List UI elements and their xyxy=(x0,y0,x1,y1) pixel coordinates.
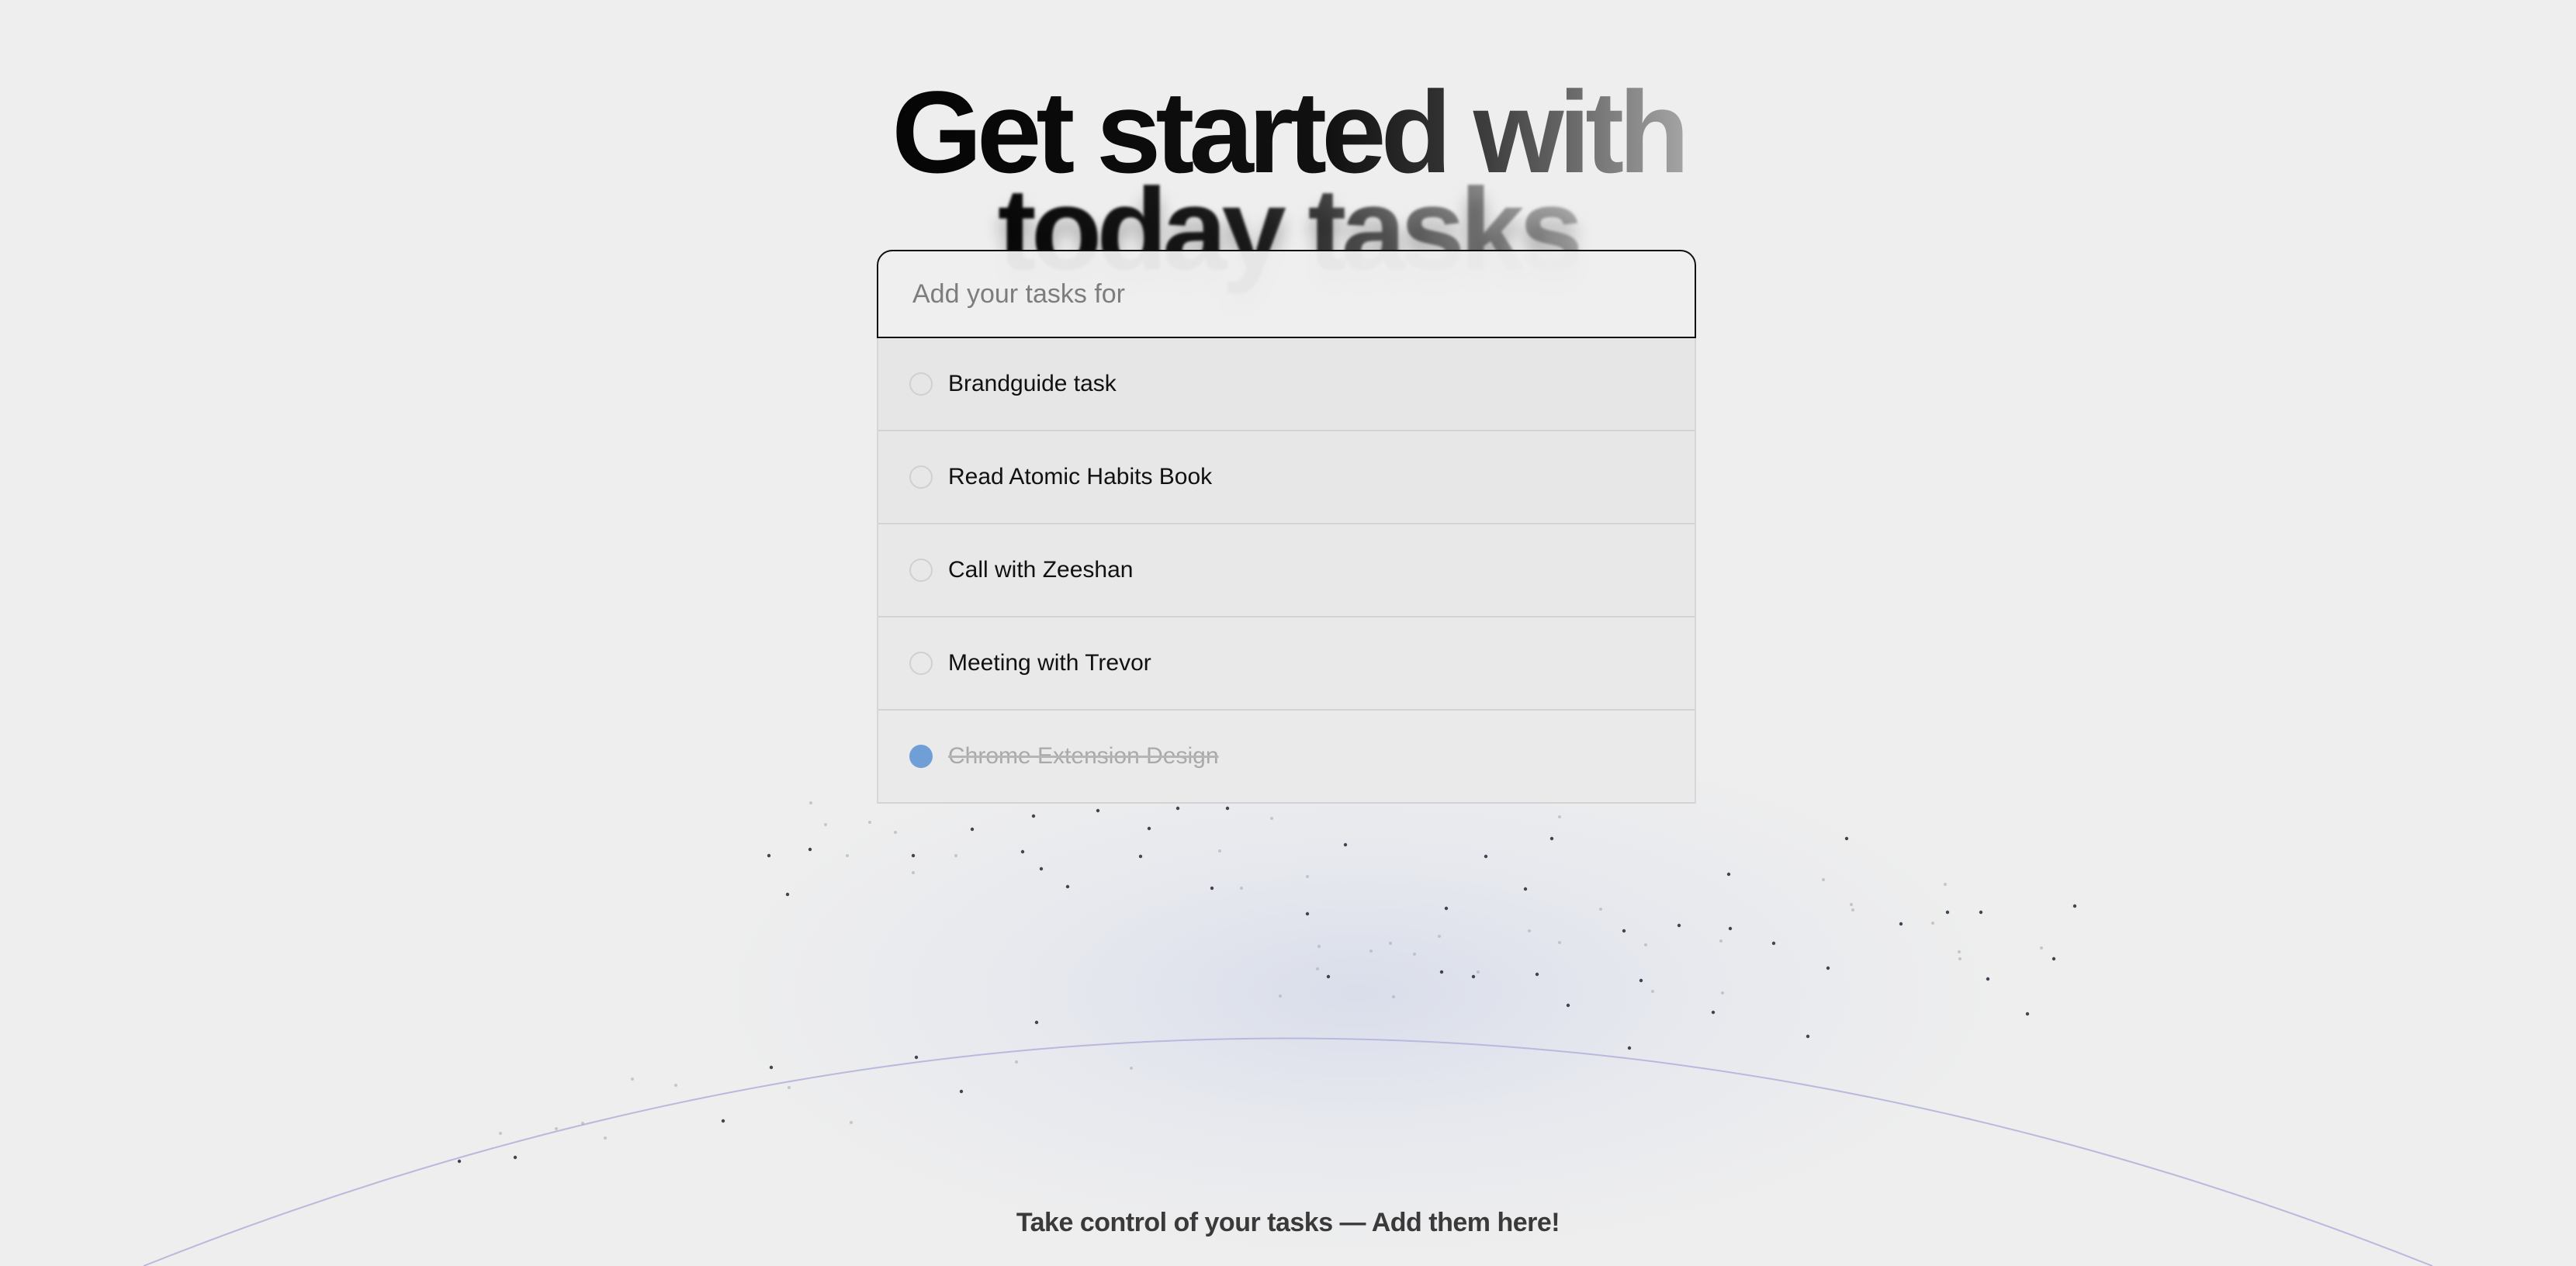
page: Get started with today tasks Brandguide … xyxy=(0,0,2576,1266)
task-label: Meeting with Trevor xyxy=(948,650,1151,676)
task-checkbox[interactable] xyxy=(909,465,933,489)
task-item[interactable]: Meeting with Trevor xyxy=(878,617,1695,711)
task-checkbox[interactable] xyxy=(909,559,933,582)
task-item[interactable]: Read Atomic Habits Book xyxy=(878,431,1695,524)
task-panel: Brandguide task Read Atomic Habits Book … xyxy=(877,250,1696,804)
task-item[interactable]: Call with Zeeshan xyxy=(878,524,1695,617)
task-checkbox-checked[interactable] xyxy=(909,745,933,768)
task-checkbox[interactable] xyxy=(909,372,933,396)
footer-tagline: Take control of your tasks — Add them he… xyxy=(1016,1208,1560,1237)
task-input[interactable] xyxy=(878,251,1695,337)
task-label-completed: Chrome Extension Design xyxy=(948,743,1219,769)
task-label: Call with Zeeshan xyxy=(948,557,1134,583)
task-item-completed[interactable]: Chrome Extension Design xyxy=(878,711,1695,804)
task-item[interactable]: Brandguide task xyxy=(878,338,1695,431)
task-label: Read Atomic Habits Book xyxy=(948,464,1213,489)
task-input-container xyxy=(877,250,1696,338)
task-checkbox[interactable] xyxy=(909,652,933,675)
task-label: Brandguide task xyxy=(948,371,1117,396)
task-list: Brandguide task Read Atomic Habits Book … xyxy=(877,338,1696,804)
